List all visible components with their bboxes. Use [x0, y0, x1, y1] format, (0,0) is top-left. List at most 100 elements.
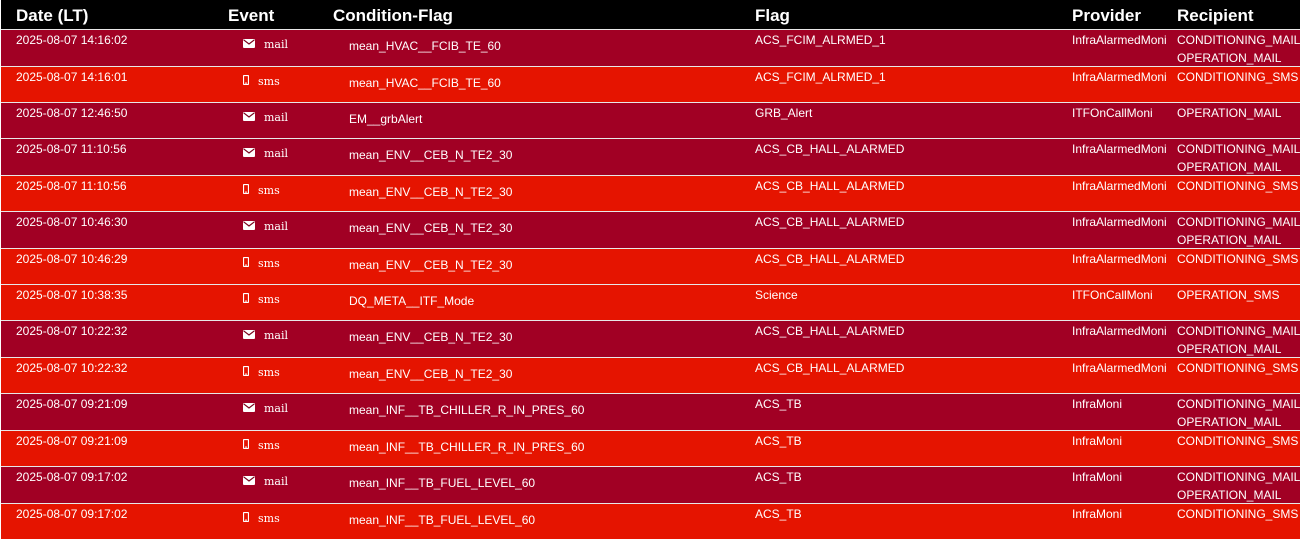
condition-flag-cell: mean_ENV__CEB_N_TE2_30 [349, 258, 513, 272]
header-provider[interactable]: Provider [1072, 6, 1141, 26]
table-row[interactable]: 2025-08-07 10:46:29 sms mean_ENV__CEB_N_… [1, 248, 1300, 284]
recipient-cell: CONDITIONING_MAIL OPERATION_MAIL [1177, 395, 1300, 431]
event-label: mail [264, 329, 289, 342]
table-row[interactable]: 2025-08-07 10:46:30 mail mean_ENV__CEB_N… [1, 211, 1300, 248]
recipient-value: CONDITIONING_MAIL [1177, 324, 1301, 338]
recipient-value: CONDITIONING_SMS [1177, 434, 1299, 448]
table-row[interactable]: 2025-08-07 10:22:32 mail mean_ENV__CEB_N… [1, 320, 1300, 357]
date-cell: 2025-08-07 10:46:29 [16, 252, 128, 266]
table-row[interactable]: 2025-08-07 09:17:02 sms mean_INF__TB_FUE… [1, 503, 1300, 539]
event-cell: mail [243, 473, 288, 491]
condition-flag-cell: mean_INF__TB_FUEL_LEVEL_60 [349, 513, 536, 527]
event-cell: mail [243, 400, 288, 418]
table-row[interactable]: 2025-08-07 10:38:35 sms DQ_META__ITF_Mod… [1, 284, 1300, 320]
condition-flag-cell: mean_ENV__CEB_N_TE2_30 [349, 221, 513, 235]
header-recipient[interactable]: Recipient [1177, 6, 1254, 26]
condition-flag-cell: mean_ENV__CEB_N_TE2_30 [349, 367, 513, 381]
recipient-value: OPERATION_MAIL [1177, 488, 1282, 502]
header-condition-flag[interactable]: Condition-Flag [333, 6, 453, 26]
flag-cell: Science [755, 288, 798, 302]
header-event[interactable]: Event [228, 6, 274, 26]
flag-cell: ACS_CB_HALL_ALARMED [755, 324, 905, 338]
recipient-value: CONDITIONING_SMS [1177, 70, 1299, 84]
provider-cell: InfraAlarmedMoni [1072, 70, 1167, 84]
provider-cell: InfraMoni [1072, 397, 1123, 411]
provider-cell: InfraAlarmedMoni [1072, 179, 1167, 193]
flag-cell: ACS_CB_HALL_ALARMED [755, 215, 905, 229]
event-label: sms [258, 366, 280, 379]
event-cell: mail [243, 109, 288, 127]
event-label: sms [258, 293, 280, 306]
recipient-value: OPERATION_MAIL [1177, 415, 1282, 429]
event-label: mail [264, 220, 289, 233]
phone-icon [242, 437, 250, 455]
recipient-value: CONDITIONING_MAIL [1177, 397, 1301, 411]
provider-cell: InfraMoni [1072, 434, 1123, 448]
phone-icon [242, 255, 250, 273]
recipient-cell: CONDITIONING_SMS [1177, 432, 1298, 450]
provider-cell: InfraMoni [1072, 507, 1123, 521]
event-label: mail [264, 111, 289, 124]
provider-cell: InfraAlarmedMoni [1072, 215, 1167, 229]
flag-cell: ACS_TB [755, 397, 802, 411]
alarm-log-table: Date (LT) Event Condition-Flag Flag Prov… [1, 0, 1300, 539]
condition-flag-cell: mean_INF__TB_CHILLER_R_IN_PRES_60 [349, 440, 585, 454]
provider-cell: InfraAlarmedMoni [1072, 142, 1167, 156]
header-flag[interactable]: Flag [755, 6, 790, 26]
date-cell: 2025-08-07 10:22:32 [16, 361, 128, 375]
event-label: mail [264, 402, 289, 415]
event-label: mail [264, 475, 289, 488]
flag-cell: ACS_FCIM_ALRMED_1 [755, 33, 886, 47]
flag-cell: ACS_TB [755, 434, 802, 448]
recipient-cell: CONDITIONING_SMS [1177, 359, 1298, 377]
recipient-cell: CONDITIONING_MAIL OPERATION_MAIL [1177, 213, 1300, 249]
condition-flag-cell: mean_HVAC__FCIB_TE_60 [349, 39, 501, 53]
table-row[interactable]: 2025-08-07 09:21:09 mail mean_INF__TB_CH… [1, 393, 1300, 430]
condition-flag-cell: EM__grbAlert [349, 112, 423, 126]
table-row[interactable]: 2025-08-07 14:16:02 mail mean_HVAC__FCIB… [1, 29, 1300, 66]
recipient-value: CONDITIONING_SMS [1177, 252, 1299, 266]
table-row[interactable]: 2025-08-07 12:46:50 mail EM__grbAlert GR… [1, 102, 1300, 138]
date-cell: 2025-08-07 09:21:09 [16, 434, 128, 448]
recipient-value: OPERATION_MAIL [1177, 160, 1282, 174]
event-cell: sms [242, 364, 280, 382]
envelope-icon [243, 218, 255, 236]
provider-cell: ITFOnCallMoni [1072, 106, 1153, 120]
flag-cell: ACS_CB_HALL_ALARMED [755, 142, 905, 156]
table-row[interactable]: 2025-08-07 14:16:01 sms mean_HVAC__FCIB_… [1, 66, 1300, 102]
table-row[interactable]: 2025-08-07 11:10:56 mail mean_ENV__CEB_N… [1, 138, 1300, 175]
table-row[interactable]: 2025-08-07 09:17:02 mail mean_INF__TB_FU… [1, 466, 1300, 503]
date-cell: 2025-08-07 10:46:30 [16, 215, 128, 229]
event-cell: sms [242, 182, 280, 200]
recipient-value: OPERATION_MAIL [1177, 342, 1282, 356]
table-row[interactable]: 2025-08-07 11:10:56 sms mean_ENV__CEB_N_… [1, 175, 1300, 211]
phone-icon [242, 364, 250, 382]
recipient-value: OPERATION_SMS [1177, 288, 1280, 302]
event-cell: mail [243, 145, 288, 163]
event-cell: mail [243, 218, 288, 236]
date-cell: 2025-08-07 09:21:09 [16, 397, 128, 411]
table-row[interactable]: 2025-08-07 09:21:09 sms mean_INF__TB_CHI… [1, 430, 1300, 466]
condition-flag-cell: mean_INF__TB_FUEL_LEVEL_60 [349, 476, 536, 490]
event-cell: sms [242, 73, 280, 91]
recipient-value: CONDITIONING_MAIL [1177, 142, 1301, 156]
recipient-cell: CONDITIONING_MAIL OPERATION_MAIL [1177, 140, 1300, 176]
envelope-icon [243, 473, 255, 491]
flag-cell: ACS_CB_HALL_ALARMED [755, 361, 905, 375]
flag-cell: GRB_Alert [755, 106, 813, 120]
event-cell: sms [242, 437, 280, 455]
table-row[interactable]: 2025-08-07 10:22:32 sms mean_ENV__CEB_N_… [1, 357, 1300, 393]
condition-flag-cell: mean_ENV__CEB_N_TE2_30 [349, 185, 513, 199]
header-date[interactable]: Date (LT) [16, 6, 88, 26]
recipient-value: CONDITIONING_MAIL [1177, 470, 1301, 484]
phone-icon [242, 291, 250, 309]
event-label: sms [258, 75, 280, 88]
provider-cell: InfraAlarmedMoni [1072, 252, 1167, 266]
recipient-cell: CONDITIONING_SMS [1177, 177, 1298, 195]
event-label: mail [264, 147, 289, 160]
date-cell: 2025-08-07 14:16:02 [16, 33, 128, 47]
recipient-value: OPERATION_MAIL [1177, 233, 1282, 247]
condition-flag-cell: mean_HVAC__FCIB_TE_60 [349, 76, 501, 90]
recipient-value: CONDITIONING_SMS [1177, 507, 1299, 521]
phone-icon [242, 510, 250, 528]
